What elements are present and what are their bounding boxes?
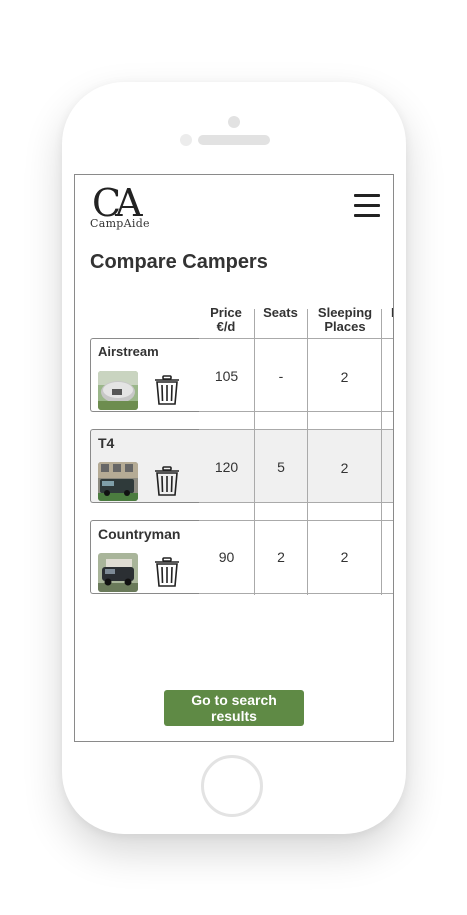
app-screen: CA CampAide Compare Campers Price €/d Se… — [74, 174, 394, 742]
trash-icon[interactable] — [154, 557, 180, 587]
column-header-sleeping-line1: Sleeping — [317, 305, 373, 320]
camper-card-countryman[interactable]: Countryman — [90, 520, 199, 594]
home-button[interactable] — [201, 755, 263, 817]
column-header-price-line1: Price — [210, 305, 242, 320]
camper-thumbnail — [98, 553, 138, 592]
sleeping-cell: 2 — [340, 369, 349, 385]
app-logo[interactable]: CA CampAide — [90, 181, 160, 233]
hamburger-menu-icon[interactable] — [354, 194, 380, 218]
trash-icon[interactable] — [154, 375, 180, 405]
camper-name: Airstream — [98, 344, 159, 359]
column-header-truncated: N — [391, 306, 393, 320]
camper-name: Countryman — [98, 526, 181, 542]
sleeping-cell: 2 — [340, 460, 349, 476]
page-title: Compare Campers — [90, 251, 268, 273]
price-cell: 90 — [218, 549, 235, 565]
column-header-price-line2: €/d — [216, 319, 236, 334]
column-divider — [381, 309, 382, 595]
seats-cell: 2 — [277, 549, 285, 565]
front-camera — [228, 116, 240, 128]
logo-text: CampAide — [90, 217, 150, 230]
seats-cell: - — [278, 368, 284, 384]
camper-card-airstream[interactable]: Airstream — [90, 338, 199, 412]
column-header-sleeping-places: Sleeping Places — [308, 306, 382, 334]
sleeping-cell: 2 — [340, 549, 349, 565]
camper-name: T4 — [98, 435, 115, 451]
column-header-seats: Seats — [254, 306, 307, 320]
price-cell: 105 — [214, 368, 239, 384]
camper-thumbnail — [98, 371, 138, 410]
camper-thumbnail — [98, 462, 138, 501]
earpiece-speaker — [198, 135, 270, 145]
column-header-seats-line1: Seats — [263, 305, 298, 320]
go-to-search-results-button[interactable]: Go to search results — [164, 690, 304, 726]
seats-cell: 5 — [277, 459, 285, 475]
column-header-price: Price €/d — [199, 306, 253, 334]
trash-icon[interactable] — [154, 466, 180, 496]
camper-card-t4[interactable]: T4 — [90, 429, 199, 503]
proximity-sensor — [180, 134, 192, 146]
price-cell: 120 — [214, 459, 239, 475]
column-header-sleeping-line2: Places — [324, 319, 366, 334]
